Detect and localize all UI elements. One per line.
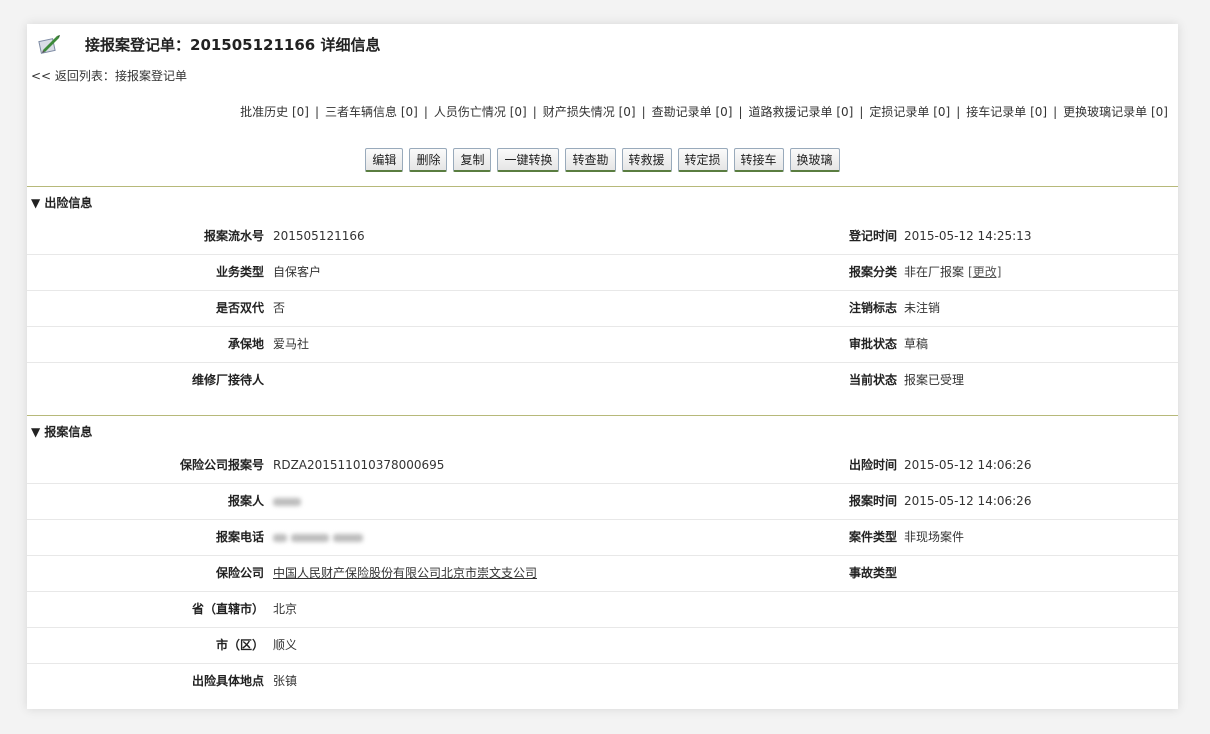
location-value: 张镇	[273, 674, 298, 688]
edit-button[interactable]: 编辑	[365, 148, 404, 172]
field-label: 承保地	[227, 337, 264, 351]
nav-approval-history[interactable]: 批准历史 [0]	[240, 105, 309, 119]
detail-row: 保险公司报案号 RDZA201511010378000695 出险时间 2015…	[27, 448, 1178, 484]
city-value: 顺义	[273, 638, 298, 652]
accident-time-value: 2015-05-12 14:06:26	[904, 458, 1032, 472]
nav-road-rescue-record[interactable]: 道路救援记录单 [0]	[749, 105, 854, 119]
field-label: 事故类型	[848, 566, 897, 580]
section-header-report-info[interactable]: ▼ 报案信息	[27, 416, 1178, 448]
nav-loss-assessment-record[interactable]: 定损记录单 [0]	[869, 105, 950, 119]
field-label: 报案时间	[848, 494, 897, 508]
field-label: 登记时间	[848, 229, 897, 243]
section-report-info: ▼ 报案信息 保险公司报案号 RDZA201511010378000695 出险…	[27, 415, 1178, 699]
dual-value: 否	[273, 301, 286, 315]
phone-value-redacted	[273, 520, 367, 555]
detail-row: 省（直辖市） 北京	[27, 592, 1178, 628]
field-label: 省（直辖市）	[191, 602, 264, 616]
redacted-text	[291, 533, 329, 542]
nav-separator: |	[1053, 105, 1058, 119]
field-label: 出险时间	[848, 458, 897, 472]
report-class-cell: 非在厂报案 [更改]	[904, 255, 1001, 290]
insurer-report-no-value: RDZA201511010378000695	[273, 458, 445, 472]
section-accident-info: ▼ 出险信息 报案流水号 201505121166 登记时间 2015-05-1…	[27, 186, 1178, 398]
nav-separator: |	[738, 105, 743, 119]
title-row: 接报案登记单：201505121166 详细信息	[37, 32, 380, 56]
to-loss-assessment-button[interactable]: 转定损	[677, 148, 728, 172]
report-serial-value: 201505121166	[273, 229, 365, 243]
field-label: 业务类型	[215, 265, 264, 279]
nav-separator: |	[532, 105, 537, 119]
field-label: 是否双代	[215, 301, 264, 315]
underwriter-value: 爱马社	[273, 337, 310, 351]
change-report-class-link[interactable]: [更改]	[968, 265, 1001, 279]
field-label: 市（区）	[215, 638, 264, 652]
field-label: 报案分类	[848, 265, 897, 279]
field-label: 报案电话	[215, 530, 264, 544]
nav-separator: |	[423, 105, 428, 119]
field-label: 保险公司报案号	[179, 458, 264, 472]
redacted-text	[273, 497, 301, 506]
detail-row: 保险公司 中国人民财产保险股份有限公司北京市崇文支公司 事故类型	[27, 556, 1178, 592]
case-type-value: 非现场案件	[904, 530, 965, 544]
insurer-link[interactable]: 中国人民财产保险股份有限公司北京市崇文支公司	[273, 556, 537, 591]
reporter-value-redacted	[273, 484, 305, 519]
detail-row: 维修厂接待人 当前状态 报案已受理	[27, 363, 1178, 398]
nav-property-loss[interactable]: 财产损失情况 [0]	[543, 105, 636, 119]
redacted-text	[333, 533, 363, 542]
pen-paper-icon	[37, 32, 61, 56]
detail-row: 市（区） 顺义	[27, 628, 1178, 664]
to-survey-button[interactable]: 转查勘	[565, 148, 616, 172]
one-click-convert-button[interactable]: 一键转换	[497, 148, 560, 172]
back-prefix: << 返回列表：	[31, 69, 115, 83]
delete-button[interactable]: 删除	[409, 148, 448, 172]
nav-casualty[interactable]: 人员伤亡情况 [0]	[434, 105, 527, 119]
approval-status-value: 草稿	[904, 337, 929, 351]
report-class-value: 非在厂报案	[904, 265, 965, 279]
field-label: 报案人	[227, 494, 264, 508]
nav-third-party-vehicle[interactable]: 三者车辆信息 [0]	[325, 105, 418, 119]
report-time-value: 2015-05-12 14:06:26	[904, 494, 1032, 508]
nav-separator: |	[641, 105, 646, 119]
detail-row: 是否双代 否 注销标志 未注销	[27, 291, 1178, 327]
field-label: 出险具体地点	[191, 674, 264, 688]
copy-button[interactable]: 复制	[453, 148, 492, 172]
detail-row: 承保地 爱马社 审批状态 草稿	[27, 327, 1178, 363]
biz-type-value: 自保客户	[273, 265, 322, 279]
nav-separator: |	[315, 105, 320, 119]
province-value: 北京	[273, 602, 298, 616]
replace-glass-button[interactable]: 换玻璃	[789, 148, 840, 172]
nav-pickup-record[interactable]: 接车记录单 [0]	[966, 105, 1047, 119]
nav-separator: |	[956, 105, 961, 119]
nav-separator: |	[859, 105, 864, 119]
nav-survey-record[interactable]: 查勘记录单 [0]	[652, 105, 733, 119]
action-toolbar: 编辑 删除 复制 一键转换 转查勘 转救援 转定损 转接车 换玻璃	[27, 148, 1178, 172]
back-to-list-link[interactable]: 接报案登记单	[115, 69, 187, 83]
detail-row: 报案流水号 201505121166 登记时间 2015-05-12 14:25…	[27, 219, 1178, 255]
field-label: 保险公司	[215, 566, 264, 580]
field-label: 维修厂接待人	[191, 373, 264, 387]
register-time-value: 2015-05-12 14:25:13	[904, 229, 1032, 243]
current-status-value: 报案已受理	[904, 373, 965, 387]
to-rescue-button[interactable]: 转救援	[621, 148, 672, 172]
section-header-accident-info[interactable]: ▼ 出险信息	[27, 187, 1178, 219]
redacted-text	[273, 533, 287, 542]
detail-row: 报案电话 案件类型 非现场案件	[27, 520, 1178, 556]
field-label: 当前状态	[848, 373, 897, 387]
detail-row: 出险具体地点 张镇	[27, 664, 1178, 699]
field-label: 审批状态	[848, 337, 897, 351]
to-pickup-button[interactable]: 转接车	[733, 148, 784, 172]
page-title: 接报案登记单：201505121166 详细信息	[85, 35, 381, 54]
detail-row: 业务类型 自保客户 报案分类 非在厂报案 [更改]	[27, 255, 1178, 291]
field-label: 注销标志	[848, 301, 897, 315]
nav-glass-replacement-record[interactable]: 更换玻璃记录单 [0]	[1063, 105, 1168, 119]
field-label: 报案流水号	[203, 229, 264, 243]
detail-panel: 接报案登记单：201505121166 详细信息 << 返回列表：接报案登记单 …	[27, 24, 1178, 709]
related-records-nav: 批准历史 [0] | 三者车辆信息 [0] | 人员伤亡情况 [0] | 财产损失情况 [0…	[240, 103, 1168, 120]
field-label: 案件类型	[848, 530, 897, 544]
breadcrumb: << 返回列表：接报案登记单	[31, 67, 187, 84]
cancel-flag-value: 未注销	[904, 301, 941, 315]
detail-row: 报案人 报案时间 2015-05-12 14:06:26	[27, 484, 1178, 520]
